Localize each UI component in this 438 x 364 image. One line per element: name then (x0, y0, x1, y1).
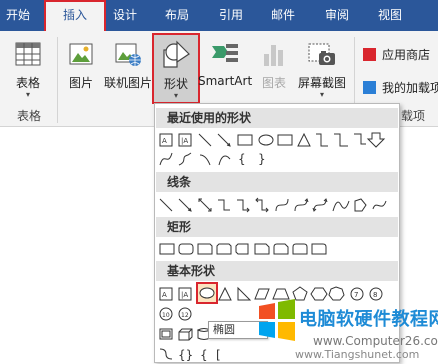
chart-button[interactable]: 图表 (257, 36, 291, 102)
category-basic-shapes: 基本形状 (156, 261, 398, 281)
line-shapes-icons (159, 197, 387, 213)
oval-shape-selected[interactable] (196, 282, 218, 304)
category-lines: 线条 (156, 172, 398, 192)
recent-shapes-icons: { } (159, 152, 266, 166)
picture-button[interactable]: 图片 (64, 36, 98, 102)
picture-button-label: 图片 (68, 76, 93, 90)
tab-view[interactable]: 视图 (371, 0, 409, 31)
tab-mailings[interactable]: 邮件 (264, 0, 302, 31)
watermark-title: 电脑软硬件教程网 (299, 309, 438, 330)
oval-icon (199, 287, 215, 299)
chart-icon (264, 45, 283, 66)
rectangle-shapes-icons (159, 243, 327, 255)
tab-review[interactable]: 审阅 (318, 0, 356, 31)
smartart-icon (212, 44, 238, 62)
svg-text:A: A (162, 137, 167, 145)
chevron-down-icon: ▾ (25, 90, 30, 99)
tab-references[interactable]: 引用 (212, 0, 250, 31)
online-picture-button-label: 联机图片 (103, 76, 152, 90)
chevron-down-icon: ▾ (173, 91, 178, 100)
svg-text:{: { (200, 348, 208, 362)
table-button[interactable]: 表格 ▾ (8, 36, 48, 102)
app-store-label: 应用商店 (382, 48, 431, 62)
ribbon-tab-bar: 开始 插入 设计 布局 引用 邮件 审阅 视图 (0, 0, 438, 31)
lines-row[interactable] (158, 195, 398, 215)
svg-text:{}: {} (178, 348, 193, 362)
category-recent-shapes: 最近使用的形状 (156, 108, 398, 128)
chevron-down-icon: ▾ (319, 90, 324, 99)
shapes-button-label: 形状 (163, 77, 188, 91)
svg-text:A: A (162, 291, 167, 299)
svg-text:{: { (238, 152, 246, 166)
svg-text:|A: |A (181, 291, 188, 299)
rectangles-row[interactable] (158, 239, 398, 259)
recent-shapes-icons: A |A (159, 132, 386, 148)
online-picture-icon (115, 43, 141, 66)
shapes-icon (163, 40, 190, 68)
windows-logo-icon (259, 299, 295, 341)
shapes-button[interactable]: 形状 ▾ (152, 33, 200, 104)
store-icon (363, 48, 376, 61)
screenshot-button[interactable]: 屏幕截图 ▾ (294, 36, 350, 102)
svg-text:12: 12 (181, 312, 189, 319)
table-button-label: 表格 (15, 76, 40, 90)
screenshot-icon (308, 43, 335, 65)
online-picture-button[interactable]: 联机图片 (103, 36, 153, 102)
my-addins-label: 我的加载项 (382, 81, 438, 95)
recent-shapes-row-2[interactable]: { } (158, 149, 398, 169)
smartart-button-label: SmartArt (198, 74, 253, 88)
tab-layout[interactable]: 布局 (158, 0, 196, 31)
svg-text:|A: |A (181, 137, 188, 145)
tab-insert[interactable]: 插入 (44, 0, 106, 31)
group-label-addins: 载项 (401, 109, 426, 123)
svg-text:[: [ (216, 348, 221, 362)
watermark-url-secondary: www.Tiangshunet.com (295, 348, 420, 361)
svg-text:}: } (258, 152, 266, 166)
chart-button-label: 图表 (261, 76, 286, 90)
my-addins-button[interactable]: 我的加载项 (363, 79, 438, 96)
group-label-tables: 表格 (17, 109, 42, 123)
app-store-button[interactable]: 应用商店 (363, 46, 430, 63)
group-separator (57, 37, 58, 123)
table-icon (15, 42, 41, 66)
watermark: 电脑软硬件教程网 www.Computer26.com www.Tiangshu… (255, 298, 438, 363)
category-rectangles: 矩形 (156, 217, 398, 237)
recent-shapes-row-1[interactable]: A |A (158, 130, 398, 150)
watermark-url: www.Computer26.com (313, 334, 438, 348)
addins-icon (363, 81, 376, 94)
picture-icon (69, 43, 93, 65)
screenshot-button-label: 屏幕截图 (297, 76, 346, 90)
tab-home[interactable]: 开始 (0, 0, 36, 31)
svg-text:10: 10 (162, 312, 170, 319)
tab-design[interactable]: 设计 (106, 0, 144, 31)
smartart-button[interactable]: SmartArt (198, 36, 252, 102)
